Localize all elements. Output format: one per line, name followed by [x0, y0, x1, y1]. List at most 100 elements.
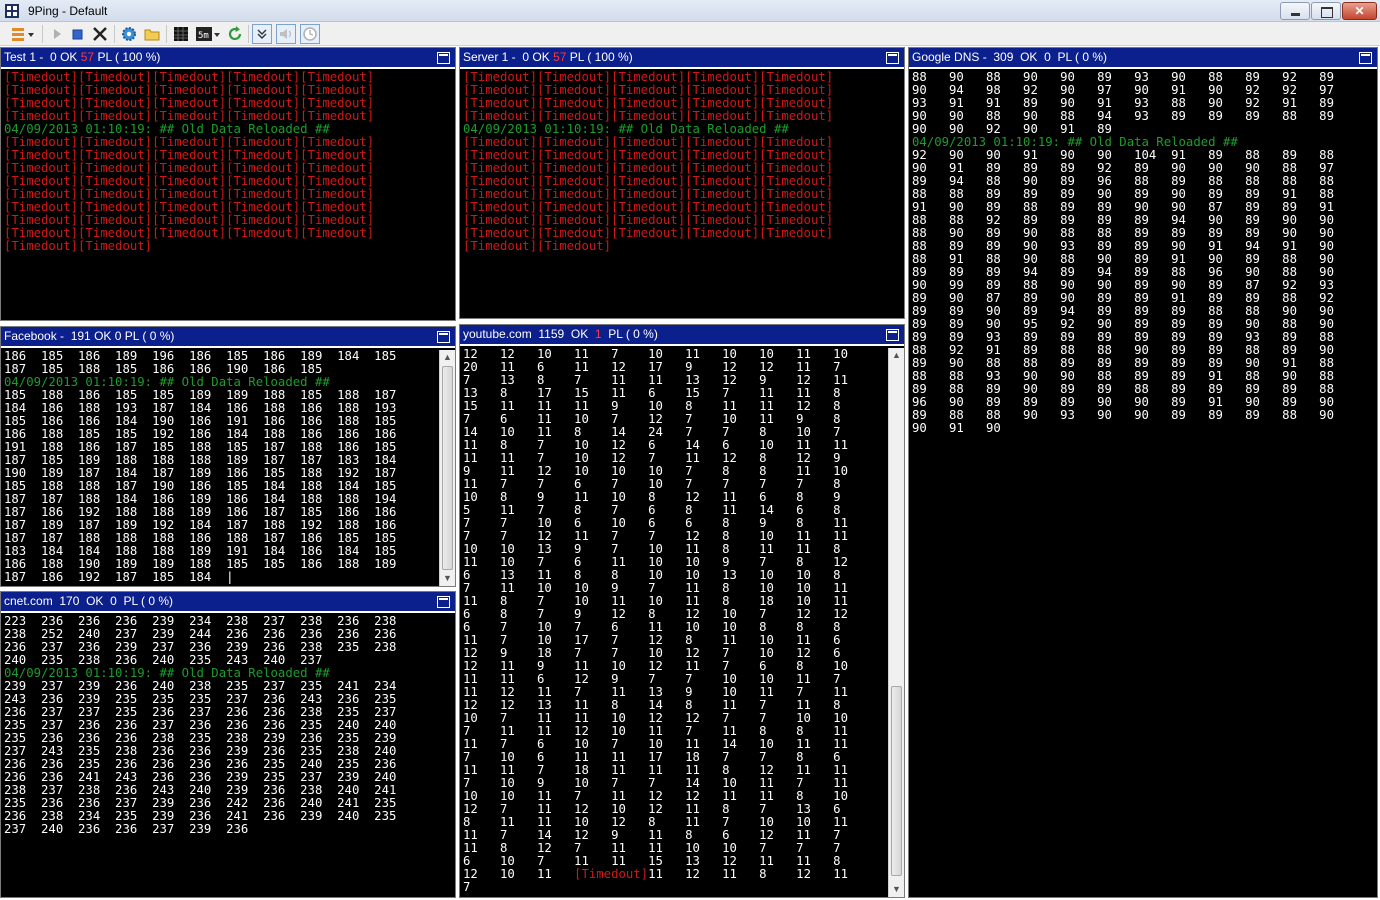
panel-header[interactable]: youtube.com 1159 OK 1 PL ( 0 %) [460, 325, 904, 346]
toolbar-separator [166, 25, 167, 43]
ping-log: [Timedout][Timedout][Timedout][Timedout]… [1, 71, 455, 320]
reload-notice: 04/09/2013 01:10:19: ## Old Data Reloade… [4, 376, 330, 389]
clock-icon[interactable] [300, 24, 320, 44]
ping-row: 187 185 188 185 186 186 190 186 185 [4, 363, 323, 376]
maximize-panel-icon[interactable] [437, 331, 450, 343]
timeout-row: [Timedout][Timedout][Timedout][Timedout]… [4, 110, 375, 123]
minimize-button[interactable] [1280, 2, 1310, 20]
ping-log: 223 236 236 236 239 234 238 237 238 236 … [1, 615, 455, 897]
ping-row: 186 188 185 185 192 186 184 188 186 186 … [4, 428, 397, 441]
ping-row: 187 186 192 187 185 184 | [4, 571, 234, 584]
ping-row: 237 240 236 236 237 239 236 [4, 823, 249, 836]
scroll-up-icon[interactable]: ▲ [440, 350, 455, 365]
menu-icon[interactable] [10, 25, 36, 43]
ping-row: 10 8 9 11 10 8 12 11 6 8 9 [463, 491, 841, 504]
packet-loss: PL ( 0 %) [123, 594, 174, 608]
ok-label: OK [94, 329, 112, 343]
title-bar[interactable]: 9Ping - Default [0, 0, 1380, 22]
ping-log: 186 185 186 189 196 186 185 186 189 184 … [1, 350, 438, 586]
vertical-scrollbar[interactable]: ▲ ▼ [888, 348, 904, 897]
timeout-row: [Timedout][Timedout][Timedout][Timedout]… [4, 175, 375, 188]
ping-row: 186 188 190 189 189 188 185 185 186 188 … [4, 558, 397, 571]
timeout-row: [Timedout][Timedout][Timedout][Timedout]… [463, 227, 834, 240]
ping-row: 240 235 238 236 240 235 243 240 237 [4, 654, 323, 667]
ping-row: 236 236 235 236 236 236 236 235 240 235 … [4, 758, 397, 771]
ping-row: 7 11 10 10 9 7 11 8 10 10 11 [463, 582, 848, 595]
scroll-thumb[interactable] [442, 366, 453, 570]
window-title: 9Ping - Default [28, 4, 108, 18]
packet-loss: PL ( 100 %) [97, 50, 161, 64]
ping-row: 11 8 7 10 12 6 14 6 10 11 11 [463, 439, 848, 452]
ping-row: 89 89 93 89 89 89 89 89 89 93 89 88 [912, 331, 1334, 344]
settings-icon[interactable] [120, 25, 138, 43]
ping-panel-test1[interactable]: Test 1 - 0 OK 57 PL ( 100 %) [Timedout][… [0, 47, 456, 321]
grid-icon[interactable] [172, 25, 190, 43]
maximize-panel-icon[interactable] [886, 329, 899, 341]
ping-row: 11 8 7 10 11 10 11 8 18 10 11 [463, 595, 848, 608]
fail-count: 57 [80, 50, 95, 64]
panel-header[interactable]: cnet.com 170 OK 0 PL ( 0 %) [1, 592, 455, 613]
timeout-row: [Timedout][Timedout] [4, 240, 153, 253]
ping-row: 7 13 8 7 11 11 13 12 9 12 11 [463, 374, 848, 387]
ping-row: 185 188 188 187 190 186 185 184 188 184 … [4, 480, 397, 493]
ping-row: 93 91 91 89 90 91 93 88 90 92 91 89 [912, 97, 1334, 110]
timeout-row: [Timedout][Timedout] [463, 240, 612, 253]
ping-panel-facebook[interactable]: Facebook - 191 OK 0 PL ( 0 %) 186 185 18… [0, 326, 456, 587]
panel-header[interactable]: Test 1 - 0 OK 57 PL ( 100 %) [1, 48, 455, 69]
ping-row: 10 7 11 11 10 12 12 7 7 10 10 [463, 712, 848, 725]
ping-row: 12 12 13 11 8 14 8 11 7 11 8 [463, 699, 841, 712]
scroll-down-icon[interactable]: ▼ [889, 882, 904, 897]
ping-panel-cnet[interactable]: cnet.com 170 OK 0 PL ( 0 %) 223 236 236 … [0, 591, 456, 898]
sound-icon[interactable] [276, 24, 296, 44]
scroll-thumb[interactable] [891, 686, 902, 876]
refresh-icon[interactable] [226, 25, 244, 43]
timeout-row: [Timedout][Timedout][Timedout][Timedout]… [463, 71, 834, 84]
ping-row: 88 92 91 89 88 88 90 89 89 88 89 90 [912, 344, 1334, 357]
timeout-row: [Timedout][Timedout][Timedout][Timedout]… [463, 162, 834, 175]
interval-icon[interactable]: 5m [195, 25, 221, 43]
ping-row: 7 11 11 12 10 11 7 11 8 8 11 [463, 725, 848, 738]
maximize-button[interactable] [1311, 2, 1341, 20]
folder-icon[interactable] [143, 25, 161, 43]
ping-row: 7 7 10 6 10 6 6 8 9 8 11 [463, 517, 848, 530]
maximize-panel-icon[interactable] [886, 52, 899, 64]
ping-row: 13 8 17 15 11 6 15 7 11 11 8 [463, 387, 841, 400]
timeout-row: [Timedout][Timedout][Timedout][Timedout]… [4, 97, 375, 110]
delete-icon[interactable] [91, 25, 109, 43]
close-button[interactable] [1342, 2, 1377, 20]
maximize-panel-icon[interactable] [437, 52, 450, 64]
ping-row: 88 89 89 90 93 89 89 90 91 94 91 90 [912, 240, 1334, 253]
ping-panel-google-dns[interactable]: Google DNS - 309 OK 0 PL ( 0 %) 88 90 88… [908, 47, 1378, 898]
ping-row: 89 89 90 95 92 90 89 89 89 90 88 90 [912, 318, 1334, 331]
ping-row: 12 9 18 7 7 10 12 7 10 12 6 [463, 647, 841, 660]
panel-host-name: cnet.com [4, 594, 53, 608]
panel-header[interactable]: Google DNS - 309 OK 0 PL ( 0 %) [909, 48, 1377, 69]
ping-panel-server1[interactable]: Server 1 - 0 OK 57 PL ( 100 %) [Timedout… [459, 47, 905, 319]
ping-row: 90 90 88 90 88 94 93 89 89 89 88 89 [912, 110, 1334, 123]
ok-label: OK [60, 50, 78, 64]
maximize-panel-icon[interactable] [1359, 52, 1372, 64]
timeout-row: [Timedout][Timedout][Timedout][Timedout]… [4, 149, 375, 162]
stop-icon[interactable] [68, 25, 86, 43]
ping-row: 11 7 6 10 7 10 11 14 10 11 11 [463, 738, 848, 751]
play-icon[interactable] [48, 25, 66, 43]
ping-row: 185 186 186 184 190 186 191 186 186 188 … [4, 415, 397, 428]
ping-row: 185 188 186 185 185 189 189 188 185 188 … [4, 389, 397, 402]
panel-header[interactable]: Server 1 - 0 OK 57 PL ( 100 %) [460, 48, 904, 69]
ping-row: 187 186 192 188 188 189 186 187 185 186 … [4, 506, 397, 519]
timeout-row: [Timedout][Timedout][Timedout][Timedout]… [4, 214, 375, 227]
scroll-up-icon[interactable]: ▲ [889, 348, 904, 363]
collapse-icon[interactable] [252, 24, 272, 44]
ping-row: 238 237 238 236 243 240 239 236 238 240 … [4, 784, 397, 797]
vertical-scrollbar[interactable]: ▲ ▼ [439, 350, 455, 586]
ping-row: 237 243 235 238 236 236 239 236 235 238 … [4, 745, 397, 758]
ok-label: OK [532, 50, 550, 64]
ping-row: 90 90 92 90 91 89 [912, 123, 1112, 136]
packet-loss: PL ( 0 %) [124, 329, 175, 343]
ping-row: 11 11 7 10 12 7 11 12 8 12 9 [463, 452, 841, 465]
scroll-down-icon[interactable]: ▼ [440, 571, 455, 586]
maximize-panel-icon[interactable] [437, 596, 450, 608]
panel-header[interactable]: Facebook - 191 OK 0 PL ( 0 %) [1, 327, 455, 348]
ping-panel-youtube[interactable]: youtube.com 1159 OK 1 PL ( 0 %) 12 12 10… [459, 324, 905, 898]
ping-row: 11 7 14 12 9 11 8 6 12 11 7 [463, 829, 841, 842]
